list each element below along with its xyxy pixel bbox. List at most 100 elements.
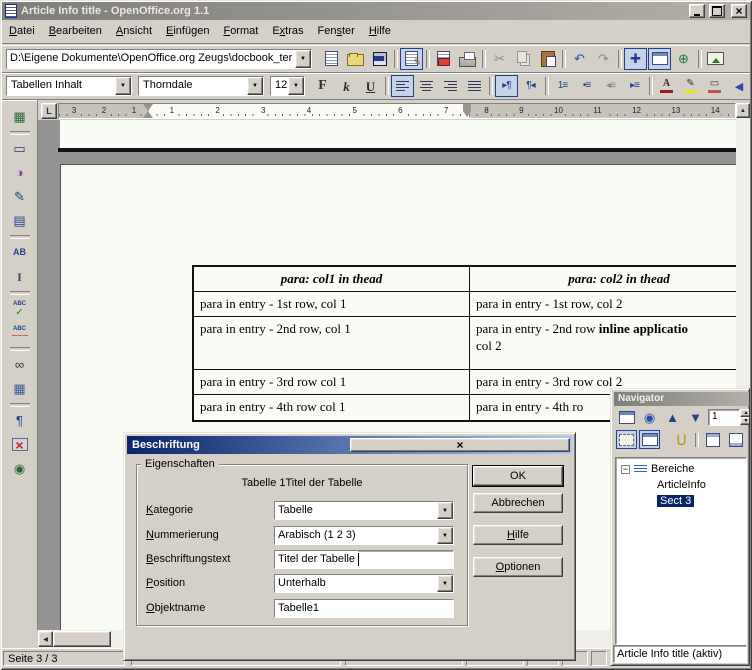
header-icon[interactable] <box>702 430 723 449</box>
toggle-icon[interactable] <box>616 408 637 427</box>
rtl-paragraph-icon[interactable]: ¶◂ <box>519 75 542 97</box>
position-combobox[interactable]: Unterhalb <box>274 574 454 593</box>
numbering-dropdown-icon[interactable] <box>437 527 453 544</box>
new-document-icon[interactable] <box>320 48 343 70</box>
ok-button[interactable]: OK <box>473 466 563 486</box>
font-size-combobox[interactable]: 12 <box>270 76 305 96</box>
menu-item[interactable]: Hilfe <box>362 20 398 43</box>
hyperlink-dialog-icon[interactable]: ⊕ <box>672 48 695 70</box>
scroll-up-icon[interactable]: ▲ <box>736 103 750 118</box>
decrease-indent-icon[interactable]: ◂≡ <box>599 75 622 97</box>
document-as-email-icon[interactable] <box>432 48 455 70</box>
increase-indent-icon[interactable]: ▸≡ <box>623 75 646 97</box>
paste-icon[interactable] <box>536 48 559 70</box>
menu-item[interactable]: Ansicht <box>109 20 159 43</box>
save-document-icon[interactable] <box>368 48 391 70</box>
position-dropdown-icon[interactable] <box>437 575 453 592</box>
underline-icon[interactable]: U <box>359 75 382 97</box>
graphics-onoff-icon[interactable] <box>7 433 33 456</box>
tree-item[interactable]: Sect 3 <box>616 493 746 509</box>
align-right-icon[interactable] <box>439 75 462 97</box>
load-url-combobox[interactable]: D:\Eigene Dokumente\OpenOffice.org Zeugs… <box>6 49 312 69</box>
insert-frame-icon[interactable]: ▭ <box>7 137 33 160</box>
navigator-title-bar[interactable]: Navigator <box>614 392 749 406</box>
page-2-bottom[interactable] <box>60 120 736 148</box>
footer-icon[interactable] <box>725 430 746 449</box>
auto-spellcheck-icon[interactable] <box>7 321 33 344</box>
category-combobox[interactable]: Tabelle <box>274 501 454 520</box>
navigator-icon[interactable]: ✚ <box>624 48 647 70</box>
font-color-icon[interactable]: A <box>655 75 678 97</box>
open-document-icon[interactable] <box>344 48 367 70</box>
numbering-combobox[interactable]: Arabisch (1 2 3) <box>274 526 454 545</box>
table-cell[interactable]: para in entry - 1st row, col 1 <box>194 292 470 316</box>
previous-icon[interactable]: ▲ <box>662 408 683 427</box>
title-bar[interactable]: Article Info title - OpenOffice.org 1.1 <box>2 2 750 20</box>
cut-icon[interactable]: ✂ <box>488 48 511 70</box>
horizontal-ruler[interactable]: 321 1234567 891011121314 <box>58 103 736 119</box>
print-file-icon[interactable] <box>456 48 479 70</box>
right-margin-marker[interactable] <box>463 104 471 117</box>
bullet-list-icon[interactable]: •≡ <box>575 75 598 97</box>
table-cell[interactable]: para in entry - 2nd row, col 1 <box>194 317 470 369</box>
toolbar-overflow-icon[interactable]: ◀ <box>731 77 747 95</box>
expander-icon[interactable]: − <box>621 465 630 474</box>
paragraph-style-combobox[interactable]: Tabellen Inhalt <box>6 76 132 96</box>
nonprinting-characters-icon[interactable]: ¶ <box>7 409 33 432</box>
menu-item[interactable]: Einfügen <box>159 20 216 43</box>
set-reminder-icon[interactable] <box>671 430 692 449</box>
active-document-selector[interactable]: Article Info title (aktiv) <box>613 645 747 663</box>
align-center-icon[interactable] <box>415 75 438 97</box>
style-dropdown-icon[interactable] <box>115 77 131 95</box>
align-justify-icon[interactable] <box>463 75 486 97</box>
page-number-spinner[interactable]: 1 ▲ ▼ <box>708 409 750 426</box>
numbered-list-icon[interactable]: 1≡ <box>551 75 574 97</box>
online-layout-icon[interactable]: ◉ <box>7 457 33 480</box>
insert-object-icon[interactable]: ◑ <box>7 161 33 184</box>
table-cell[interactable]: para in entry - 2nd row inline applicati… <box>470 317 736 369</box>
direct-cursor-icon[interactable]: I <box>7 265 33 288</box>
table-cell[interactable]: para in entry - 3rd row col 1 <box>194 370 470 394</box>
drag-mode-icon[interactable] <box>616 430 637 449</box>
anchor-text-icon[interactable] <box>748 430 750 449</box>
table-header-cell[interactable]: para: col2 in thead <box>470 267 736 291</box>
size-dropdown-icon[interactable] <box>288 77 304 95</box>
caption-text-input[interactable]: Titel der Tabelle <box>274 550 454 569</box>
tab-type-selector[interactable]: L <box>41 103 57 119</box>
menu-item[interactable]: Format <box>216 20 265 43</box>
stylist-icon[interactable] <box>648 48 671 70</box>
tree-item[interactable]: ArticleInfo <box>616 477 746 493</box>
content-view-icon[interactable] <box>639 430 660 449</box>
undo-icon[interactable]: ↶ <box>568 48 591 70</box>
highlight-color-icon[interactable]: ✎ <box>679 75 702 97</box>
table-header-cell[interactable]: para: col1 in thead <box>194 267 470 291</box>
load-url-value[interactable]: D:\Eigene Dokumente\OpenOffice.org Zeugs… <box>7 50 295 68</box>
ltr-paragraph-icon[interactable]: ▸¶ <box>495 75 518 97</box>
table-cell[interactable]: para in entry - 1st row, col 2 <box>470 292 736 316</box>
cancel-button[interactable]: Abbrechen <box>473 493 563 513</box>
copy-icon[interactable] <box>512 48 535 70</box>
font-dropdown-icon[interactable] <box>247 77 263 95</box>
menu-item[interactable]: Extras <box>265 20 310 43</box>
options-button[interactable]: Optionen <box>473 557 563 577</box>
scroll-left-icon[interactable]: ◀ <box>38 631 53 647</box>
scrollbar-thumb[interactable] <box>53 631 111 647</box>
maximize-icon[interactable] <box>709 4 725 18</box>
font-name-combobox[interactable]: Thorndale <box>138 76 264 96</box>
navigation-icon[interactable]: ◉ <box>639 408 660 427</box>
menu-item[interactable]: Datei <box>2 20 42 43</box>
close-icon[interactable] <box>731 4 747 18</box>
next-icon[interactable]: ▼ <box>685 408 706 427</box>
dialog-close-icon[interactable] <box>350 438 570 452</box>
url-dropdown-icon[interactable] <box>295 50 311 68</box>
italic-icon[interactable]: k <box>335 75 358 97</box>
help-button[interactable]: Hilfe <box>473 525 563 545</box>
autotext-icon[interactable]: AB <box>7 241 33 264</box>
bold-icon[interactable]: F <box>311 75 334 97</box>
category-dropdown-icon[interactable] <box>437 502 453 519</box>
align-left-icon[interactable] <box>391 75 414 97</box>
menu-item[interactable]: Fenster <box>311 20 362 43</box>
table-cell[interactable]: para in entry - 4th row col 1 <box>194 395 470 420</box>
spin-up-icon[interactable]: ▲ <box>740 409 750 417</box>
spellcheck-icon[interactable] <box>7 297 33 320</box>
